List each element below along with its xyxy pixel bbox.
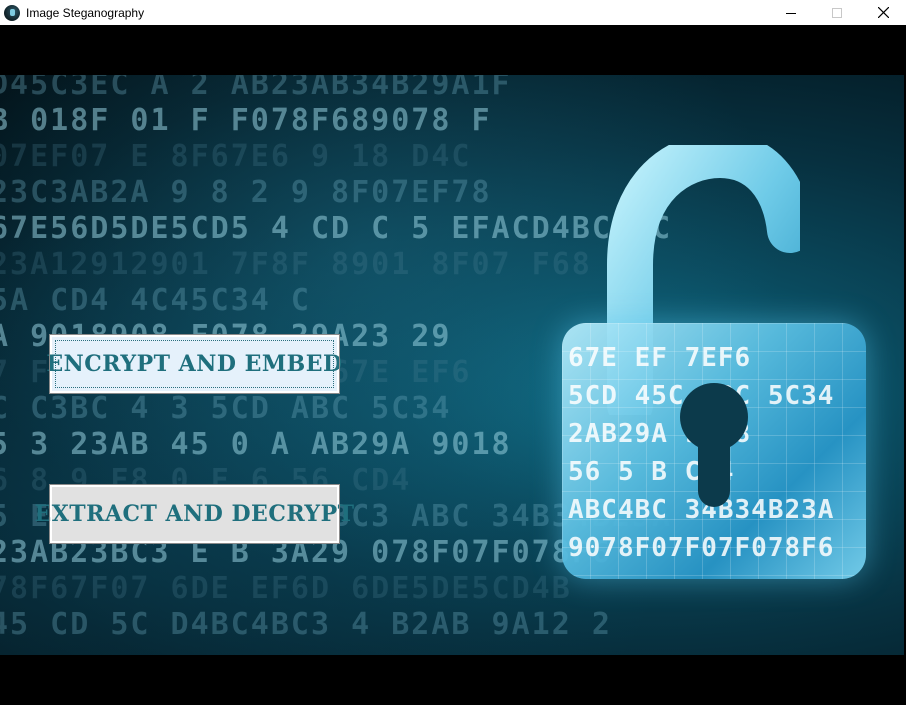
hex-code-row: D45C3EC A 2 AB23AB34B29A1F: [0, 75, 512, 102]
window-title: Image Steganography: [26, 5, 145, 20]
hex-code-row: B 018F 01 F F078F689078 F: [0, 103, 492, 138]
extract-and-decrypt-button[interactable]: Extract and Decrypt: [34, 484, 354, 544]
maximize-button[interactable]: [814, 0, 860, 25]
title-bar[interactable]: Image Steganography: [0, 0, 906, 25]
padlock-code-row: 9078F07F07F078F6: [568, 533, 835, 563]
encrypt-and-embed-button[interactable]: Encrypt and Embed: [46, 334, 342, 394]
extract-button-label: Extract and Decrypt: [34, 501, 355, 527]
encrypt-button-label: Encrypt and Embed: [46, 351, 343, 377]
minimize-button[interactable]: [768, 0, 814, 25]
window-controls: [768, 0, 906, 25]
app-icon: [4, 4, 20, 21]
client-area: D45C3EC A 2 AB23AB34B29A1F B 018F 01 F F0…: [0, 25, 906, 705]
hex-code-row: 5 3 23AB 45 0 A AB29A 9018: [0, 427, 512, 462]
hex-code-row: 23C3AB2A 9 8 2 9 8F07EF78: [0, 175, 492, 210]
maximize-icon: [832, 7, 842, 18]
padlock-body: 67E EF 7EF65CD 45C ABC 5C342AB29A 901856…: [562, 323, 866, 579]
keyhole-slot: [698, 433, 730, 507]
hex-code-row: 67E56D5DE5CD5 4 CD C 5 EFACD4BCD4C: [0, 211, 673, 246]
hex-code-row: 78F67F07 6DE EF6D 6DE5DE5CD4B: [0, 571, 572, 606]
hex-code-row: 45 CD 5C D4BC4BC3 4 B2AB 9A12 2: [0, 607, 612, 642]
padlock-code-row: 67E EF 7EF6: [568, 343, 752, 373]
hex-code-row: 5A CD4 4C45C34 C: [0, 283, 311, 318]
app-window: Image Steganography D45C3EC A 2 AB23AB34…: [0, 0, 906, 705]
hex-code-row: C C3BC 4 3 5CD ABC 5C34: [0, 391, 452, 426]
background-image: D45C3EC A 2 AB23AB34B29A1F B 018F 01 F F0…: [0, 75, 904, 655]
close-icon: [877, 7, 889, 18]
hex-code-row: 23A12912901 7F8F 8901 8F07 F68: [0, 247, 592, 282]
close-button[interactable]: [860, 0, 906, 25]
hex-code-row: 07EF07 E 8F67E6 9 18 D4C: [0, 139, 472, 174]
minimize-icon: [786, 12, 796, 14]
